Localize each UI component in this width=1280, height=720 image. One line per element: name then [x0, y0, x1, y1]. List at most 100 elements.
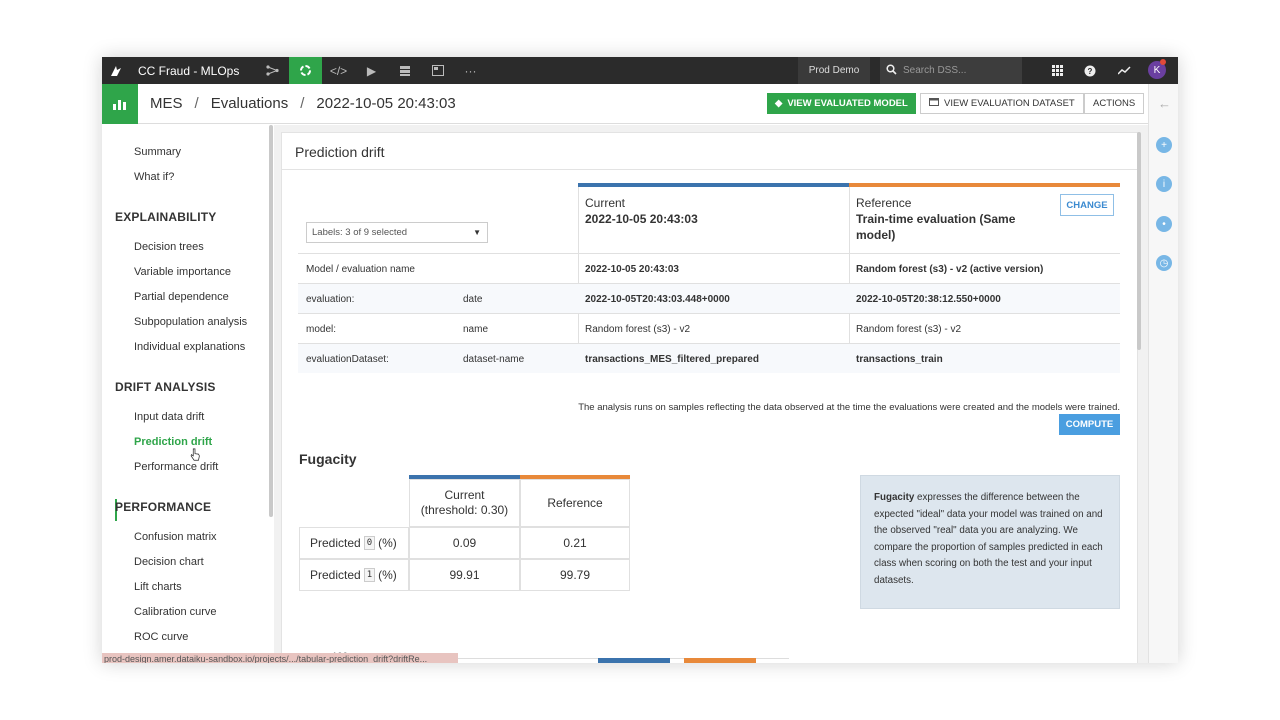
sidebar-item-decision-trees[interactable]: Decision trees: [134, 241, 204, 253]
activity-icon[interactable]: [1113, 57, 1135, 84]
current-color-bar: [578, 183, 849, 187]
sidebar-item-lift-charts[interactable]: Lift charts: [134, 581, 182, 593]
reference-value: Train-time evaluation (Same model): [856, 211, 1015, 243]
table-row: evaluation: date 2022-10-05T20:43:03.448…: [298, 283, 1120, 313]
labels-select[interactable]: Labels: 3 of 9 selected ▼: [306, 222, 488, 243]
more-icon[interactable]: ···: [454, 57, 487, 84]
database-icon[interactable]: [388, 57, 421, 84]
sidebar-section-drift-analysis: DRIFT ANALYSIS: [115, 380, 216, 394]
diamond-icon: ◆: [775, 98, 783, 109]
dashboard-icon[interactable]: [421, 57, 454, 84]
view-evaluated-model-button[interactable]: ◆ VIEW EVALUATED MODEL: [767, 93, 916, 114]
project-name[interactable]: CC Fraud - MLOps: [138, 64, 256, 78]
sidebar-section-performance: PERFORMANCE: [115, 500, 212, 514]
chart-bar-current: [598, 658, 670, 663]
table-row: model: name Random forest (s3) - v2 Rand…: [298, 313, 1120, 343]
flow-icon[interactable]: [256, 57, 289, 84]
search-input[interactable]: Search DSS...: [880, 57, 1022, 84]
refresh-icon[interactable]: [289, 57, 322, 84]
sidebar-item-what-if[interactable]: What if?: [134, 171, 174, 183]
sidebar-item-partial-dependence[interactable]: Partial dependence: [134, 291, 229, 303]
row-label: evaluation:: [306, 294, 355, 305]
row-reference-value: transactions_train: [856, 354, 943, 365]
table-row: evaluationDataset: dataset-name transact…: [298, 343, 1120, 373]
page-header: MES / Evaluations / 2022-10-05 20:43:03 …: [102, 83, 1148, 124]
chat-icon[interactable]: •: [1156, 216, 1172, 232]
page-title: Prediction drift: [295, 144, 385, 160]
row-current-value: transactions_MES_filtered_prepared: [585, 354, 759, 365]
sidebar-item-calibration-curve[interactable]: Calibration curve: [134, 606, 217, 618]
caret-down-icon: ▼: [473, 228, 481, 237]
fugacity-header-reference: Reference: [520, 479, 630, 527]
view-evaluation-dataset-label: VIEW EVALUATION DATASET: [944, 98, 1075, 109]
row-current-value: 2022-10-05T20:43:03.448+0000: [585, 294, 730, 305]
table-row: Model / evaluation name 2022-10-05 20:43…: [298, 253, 1120, 283]
predicted-text: Predicted: [310, 567, 361, 582]
fugacity-current-value: 0.09: [409, 527, 520, 559]
change-reference-button[interactable]: CHANGE: [1060, 194, 1114, 216]
sidebar-item-roc-curve[interactable]: ROC curve: [134, 631, 188, 643]
breadcrumb-evaluations[interactable]: Evaluations: [211, 95, 289, 112]
dataset-icon: [929, 98, 939, 109]
current-value: 2022-10-05 20:43:03: [585, 212, 698, 226]
status-bar-url: prod-design.amer.dataiku-sandbox.io/proj…: [102, 653, 458, 663]
row-current-value: Random forest (s3) - v2: [585, 324, 691, 335]
breadcrumb-mes[interactable]: MES: [150, 95, 183, 112]
compute-button[interactable]: COMPUTE: [1059, 414, 1120, 435]
actions-button[interactable]: ACTIONS: [1084, 93, 1145, 114]
class-code: 0: [363, 536, 376, 550]
row-reference-value: Random forest (s3) - v2 (active version): [856, 264, 1044, 275]
svg-text:?: ?: [1088, 67, 1093, 76]
model-evaluation-icon[interactable]: [102, 83, 138, 124]
reference-label: Reference: [856, 196, 912, 210]
row-label: evaluationDataset:: [306, 354, 389, 365]
sidebar-item-input-data-drift[interactable]: Input data drift: [134, 411, 204, 423]
view-evaluation-dataset-button[interactable]: VIEW EVALUATION DATASET: [920, 93, 1084, 114]
notification-dot: [1160, 59, 1166, 65]
sidebar-item-prediction-drift[interactable]: Prediction drift: [134, 436, 212, 448]
dataiku-logo-icon[interactable]: [102, 57, 130, 84]
class-code: 1: [363, 568, 376, 582]
help-icon[interactable]: ?: [1079, 57, 1101, 84]
view-evaluated-model-label: VIEW EVALUATED MODEL: [787, 98, 908, 109]
sidebar-item-summary[interactable]: Summary: [134, 146, 181, 158]
percent-text: (%): [378, 535, 397, 550]
apps-grid-icon[interactable]: [1046, 57, 1068, 84]
sidebar-item-variable-importance[interactable]: Variable importance: [134, 266, 231, 278]
environment-label[interactable]: Prod Demo: [798, 57, 870, 84]
collapse-arrow-icon[interactable]: ←: [1158, 96, 1171, 111]
fugacity-reference-value: 0.21: [520, 527, 630, 559]
breadcrumb-separator: /: [194, 95, 199, 112]
right-rail: ← + i • ◷: [1148, 84, 1178, 663]
reference-value-line1: Train-time evaluation (Same: [856, 212, 1016, 226]
sidebar-scrollbar[interactable]: [269, 125, 273, 517]
fugacity-row-label: Predicted 1 (%): [299, 559, 409, 591]
sidebar-item-individual-explanations[interactable]: Individual explanations: [134, 341, 245, 353]
breadcrumb: MES / Evaluations / 2022-10-05 20:43:03: [150, 95, 456, 112]
main-scrollbar[interactable]: [1137, 132, 1141, 350]
sidebar-item-subpopulation-analysis[interactable]: Subpopulation analysis: [134, 316, 247, 328]
reference-color-bar: [849, 183, 1120, 187]
sidebar-item-performance-drift[interactable]: Performance drift: [134, 461, 218, 473]
row-current-value: 2022-10-05 20:43:03: [585, 264, 679, 275]
play-icon[interactable]: ▶: [355, 57, 388, 84]
actions-label: ACTIONS: [1093, 98, 1136, 109]
chart-bar-reference: [684, 658, 756, 663]
history-icon[interactable]: ◷: [1156, 255, 1172, 271]
fugacity-header-current: Current (threshold: 0.30): [409, 479, 520, 527]
prediction-drift-card: Prediction drift Labels: 3 of 9 selected…: [281, 132, 1138, 663]
predicted-text: Predicted: [310, 535, 361, 550]
sidebar-item-confusion-matrix[interactable]: Confusion matrix: [134, 531, 217, 543]
fugacity-current-value: 99.91: [409, 559, 520, 591]
row-reference-value: Random forest (s3) - v2: [856, 324, 962, 335]
row-sublabel: dataset-name: [463, 354, 525, 365]
info-icon[interactable]: i: [1156, 176, 1172, 192]
main-content: Prediction drift Labels: 3 of 9 selected…: [274, 125, 1148, 663]
analysis-note: The analysis runs on samples reflecting …: [578, 402, 1120, 413]
reference-value-line2: model): [856, 228, 896, 242]
add-icon[interactable]: +: [1156, 137, 1172, 153]
breadcrumb-evaluation-date: 2022-10-05 20:43:03: [316, 95, 456, 112]
row-label: model:: [306, 324, 337, 335]
sidebar-item-decision-chart[interactable]: Decision chart: [134, 556, 204, 568]
code-icon[interactable]: </>: [322, 57, 355, 84]
